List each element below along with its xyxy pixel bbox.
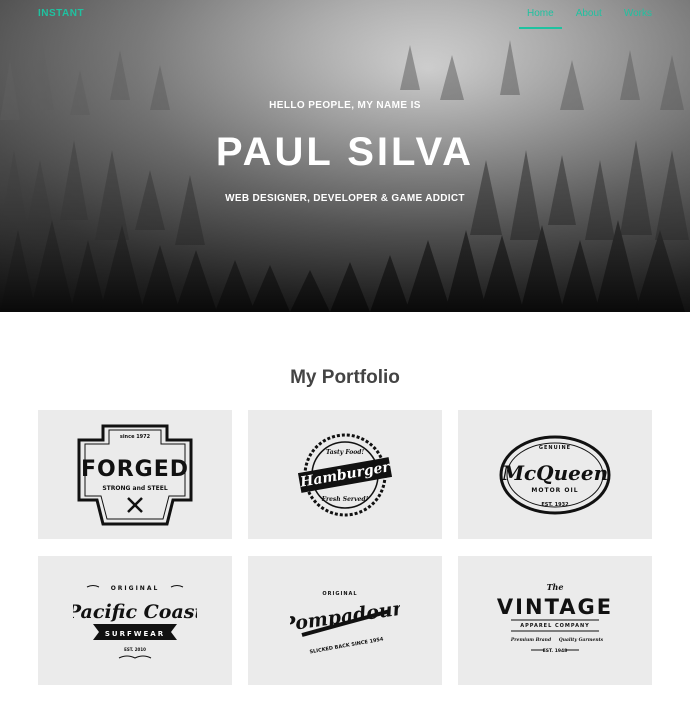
hamburger-top-text: Tasty Food! (326, 449, 365, 456)
portfolio-item-forged[interactable]: since 1972 FORGED STRONG and STEEL (38, 410, 232, 539)
pacific-title: Pacific Coast (73, 601, 197, 623)
vintage-left-text: Premium Brand (510, 637, 552, 643)
vintage-top-text: The (547, 582, 564, 592)
pompadour-title: Pompadour (290, 597, 400, 636)
main-nav: Home About Works (505, 8, 652, 29)
mcqueen-bottom-text: EST. 1932 (541, 502, 569, 508)
hero-tagline: WEB DESIGNER, DEVELOPER & GAME ADDICT (225, 193, 465, 204)
vintage-logo: The VINTAGE APPAREL COMPANY Premium Bran… (497, 582, 613, 654)
forged-subtitle: STRONG and STEEL (102, 485, 167, 492)
hero-greeting: HELLO PEOPLE, MY NAME IS (269, 100, 421, 111)
pacific-coast-logo: ORIGINAL Pacific Coast SURFWEAR EST. 201… (73, 585, 197, 659)
vintage-right-text: Quality Garments (559, 637, 604, 643)
vintage-bottom-text: EST. 1948 (543, 648, 568, 654)
forged-title: FORGED (81, 457, 189, 482)
nav-home-link[interactable]: Home (519, 8, 562, 29)
vintage-title: VINTAGE (497, 595, 613, 619)
portfolio-item-vintage[interactable]: The VINTAGE APPAREL COMPANY Premium Bran… (458, 556, 652, 685)
pacific-top-text: ORIGINAL (111, 585, 160, 592)
mcqueen-top-text: GENUINE (539, 445, 571, 451)
pacific-bottom-text: EST. 2010 (124, 647, 146, 652)
hero-name: PAUL SILVA (215, 130, 475, 174)
hero-banner: INSTANT Home About Works HELLO PEOPLE, M… (0, 0, 690, 312)
mcqueen-logo: GENUINE McQueen MOTOR OIL EST. 1932 (499, 435, 611, 514)
portfolio-item-pacific-coast[interactable]: ORIGINAL Pacific Coast SURFWEAR EST. 201… (38, 556, 232, 685)
pompadour-logo: ORIGINAL Pompadour SLICKED BACK SINCE 19… (290, 591, 400, 655)
portfolio-title: My Portfolio (290, 367, 400, 388)
pacific-subtitle: SURFWEAR (105, 630, 165, 638)
hamburger-subtitle: Fresh Served! (321, 496, 369, 503)
vintage-subtitle: APPAREL COMPANY (520, 623, 590, 629)
portfolio-item-pompadour[interactable]: ORIGINAL Pompadour SLICKED BACK SINCE 19… (248, 556, 442, 685)
nav-about-link[interactable]: About (576, 8, 602, 29)
pompadour-top-text: ORIGINAL (322, 591, 357, 597)
forged-top-text: since 1972 (120, 434, 151, 440)
portfolio-item-hamburger[interactable]: Tasty Food! Hamburger Fresh Served! (248, 410, 442, 539)
hammer-icon (127, 496, 143, 513)
nav-works-link[interactable]: Works (624, 8, 652, 29)
hamburger-title: Hamburger (298, 458, 393, 490)
hamburger-logo: Tasty Food! Hamburger Fresh Served! (297, 433, 393, 516)
portfolio-item-mcqueen[interactable]: GENUINE McQueen MOTOR OIL EST. 1932 (458, 410, 652, 539)
mcqueen-subtitle: MOTOR OIL (531, 487, 578, 494)
pompadour-subtitle: SLICKED BACK SINCE 1954 (309, 636, 384, 655)
brand-logo-link[interactable]: INSTANT (38, 8, 84, 19)
forged-logo: since 1972 FORGED STRONG and STEEL (77, 424, 193, 525)
mcqueen-title: McQueen (501, 461, 608, 485)
